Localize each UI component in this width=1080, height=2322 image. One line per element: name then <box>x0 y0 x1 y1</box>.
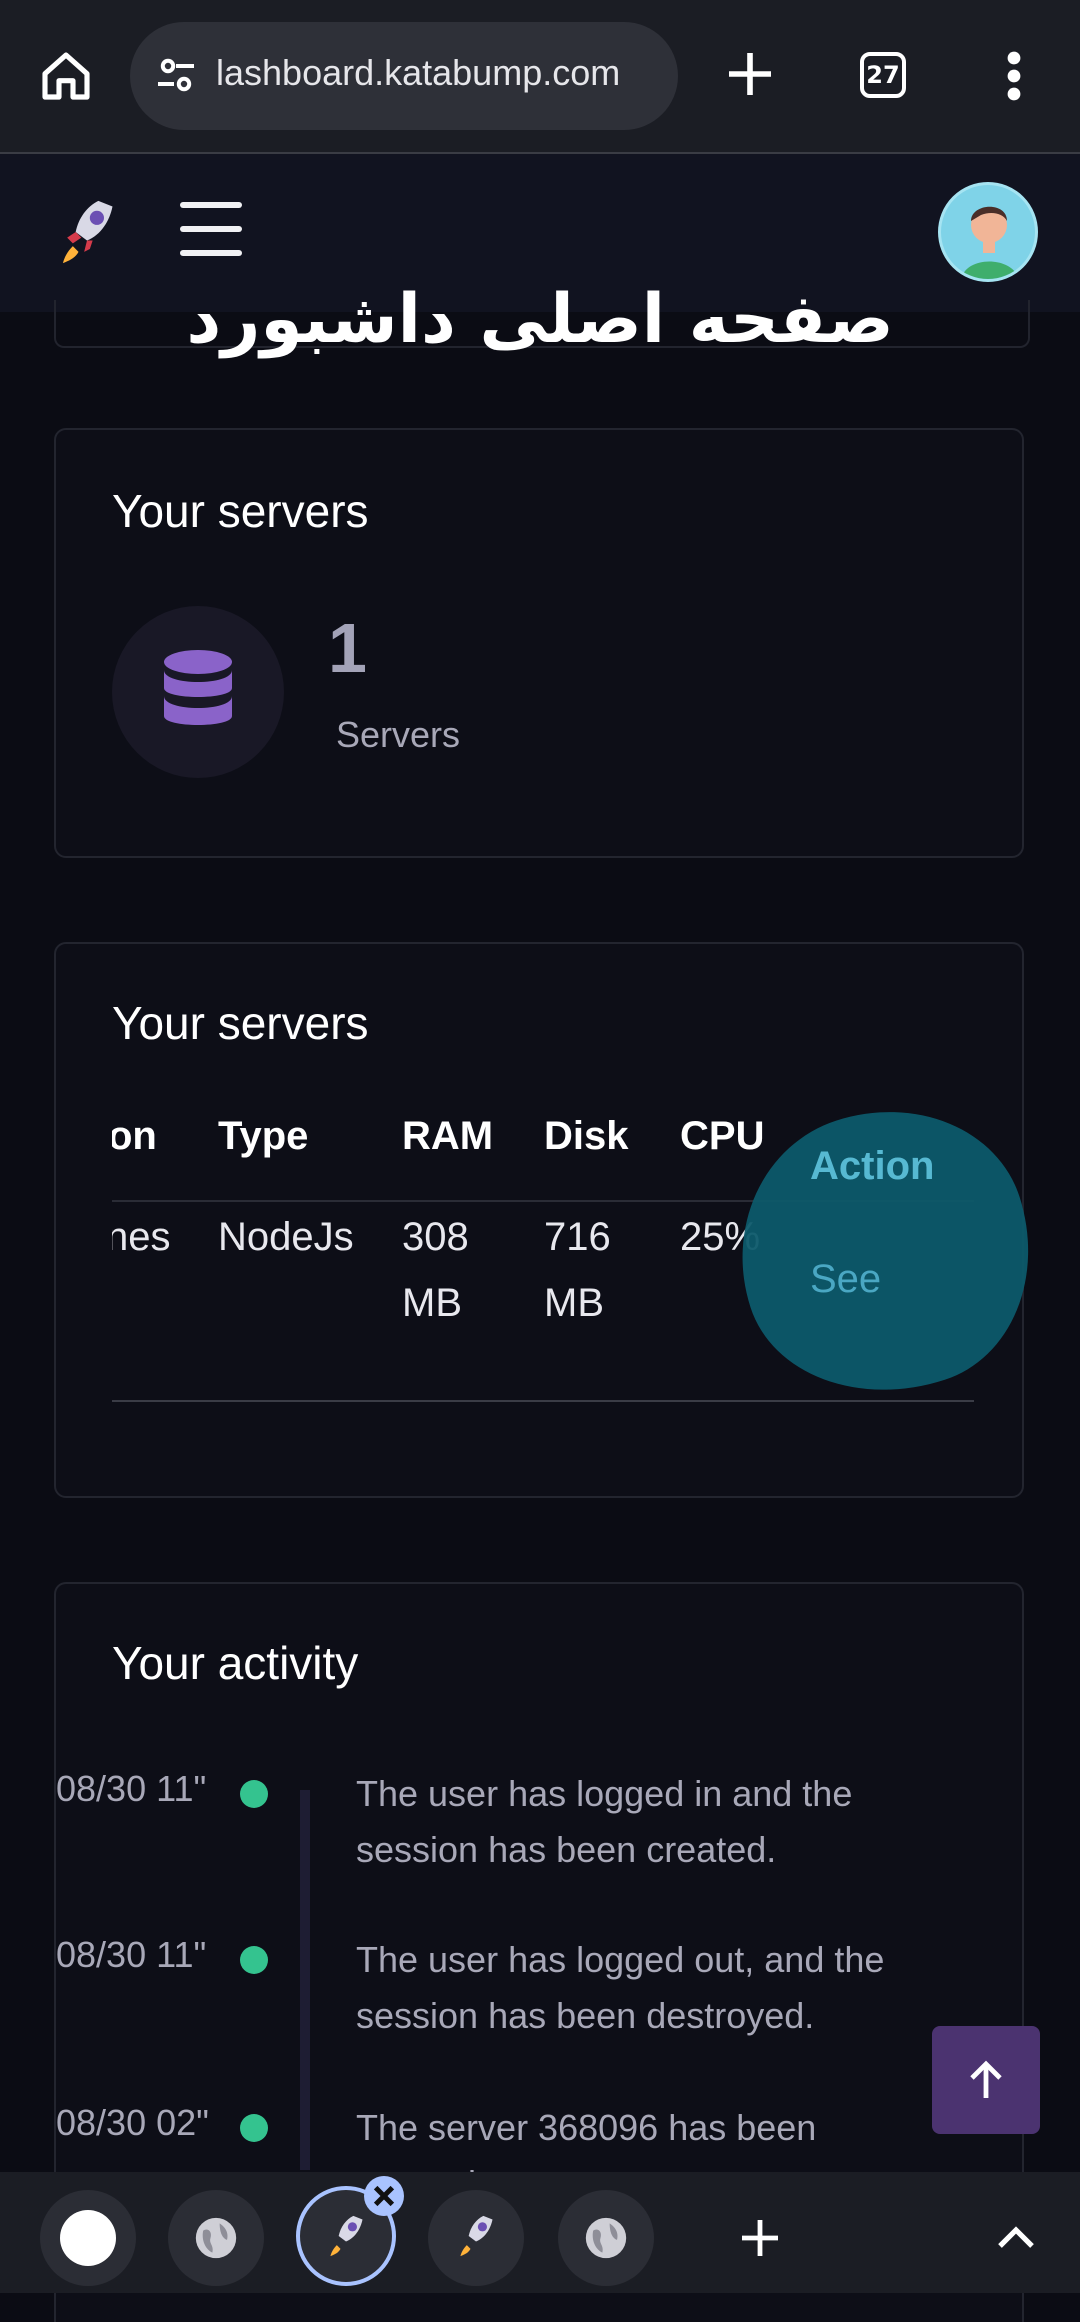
server-count-label: Servers <box>336 714 461 755</box>
tab-thumbnail[interactable] <box>168 2190 264 2286</box>
activity-dot <box>240 1946 268 1974</box>
hamburger-menu-button[interactable] <box>180 202 242 256</box>
activity-date: 08/30 02" <box>56 2102 209 2143</box>
user-avatar-icon <box>961 206 1019 279</box>
cell-ram: 308 MB <box>402 1215 469 1325</box>
address-bar[interactable]: lashboard.katabump.com <box>130 22 678 130</box>
database-badge <box>112 606 284 778</box>
server-count: 1 <box>328 609 367 687</box>
hamburger-icon <box>180 202 242 208</box>
arrow-up-icon <box>970 2060 1002 2098</box>
cell-type: NodeJs <box>218 1215 354 1259</box>
home-icon[interactable] <box>38 48 94 104</box>
tab-strip <box>0 2172 1080 2293</box>
timeline-line <box>300 1790 310 2170</box>
new-tab-plus-icon[interactable] <box>736 2214 784 2262</box>
browser-toolbar: lashboard.katabump.com 27 <box>0 0 1080 154</box>
servers-summary-card: Your servers 1 Servers <box>54 428 1024 858</box>
column-header-ram: RAM <box>402 1114 494 1158</box>
globe-icon <box>585 2217 627 2259</box>
activity-text: The user has logged out, and the session… <box>356 1939 885 2036</box>
activity-date: 08/30 11" <box>56 1934 207 1975</box>
column-header-location: on <box>112 1114 157 1158</box>
plus-icon[interactable] <box>722 46 778 102</box>
row-divider <box>112 1400 974 1402</box>
column-header-action: Action <box>810 1144 935 1188</box>
tab-counter-button[interactable]: 27 <box>860 52 906 98</box>
tab-thumbnail[interactable] <box>40 2190 136 2286</box>
cell-disk: 716 MB <box>544 1215 611 1325</box>
tab-thumbnail[interactable] <box>428 2190 524 2286</box>
column-header-type: Type <box>218 1114 309 1158</box>
rocket-tab-icon <box>460 2215 493 2257</box>
cell-name: nes <box>112 1215 171 1259</box>
rocket-logo-icon[interactable] <box>58 198 116 266</box>
close-icon <box>373 2185 395 2207</box>
globe-icon <box>195 2217 237 2259</box>
activity-text: The user has logged in and the session h… <box>356 1773 853 1870</box>
column-header-disk: Disk <box>544 1114 629 1158</box>
avatar[interactable] <box>938 182 1038 282</box>
activity-dot <box>240 1780 268 1808</box>
scroll-to-top-button[interactable] <box>932 2026 1040 2134</box>
servers-table-heading: Your servers <box>112 997 369 1049</box>
chevron-up-icon[interactable] <box>992 2216 1040 2260</box>
url-text[interactable]: lashboard.katabump.com <box>216 52 620 94</box>
database-icon <box>164 650 232 725</box>
tab-thumbnail[interactable] <box>558 2190 654 2286</box>
column-header-cpu: CPU <box>680 1114 765 1158</box>
see-server-link[interactable]: See <box>810 1246 881 1312</box>
close-tab-button[interactable] <box>364 2176 404 2216</box>
tune-icon[interactable] <box>152 52 200 100</box>
activity-heading: Your activity <box>112 1637 359 1689</box>
rocket-tab-icon <box>330 2215 363 2257</box>
tab-thumbnail-active[interactable] <box>296 2176 404 2286</box>
page-title: صفحه اصلی داشبورد <box>186 280 894 359</box>
servers-summary-heading: Your servers <box>112 485 369 537</box>
kebab-icon[interactable] <box>1000 50 1028 102</box>
activity-date: 08/30 11" <box>56 1768 207 1809</box>
activity-dot <box>240 2114 268 2142</box>
